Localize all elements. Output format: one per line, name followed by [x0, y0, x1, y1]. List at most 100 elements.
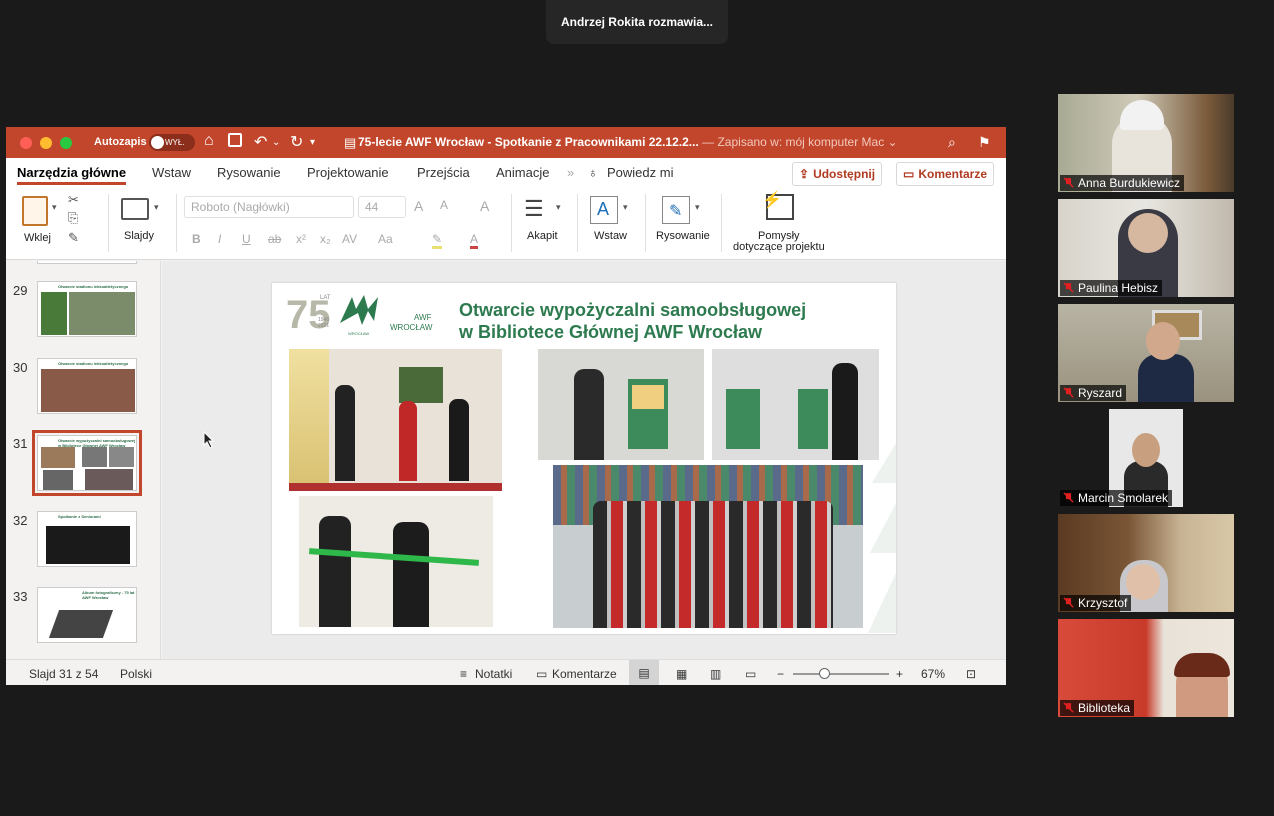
- photo-kiosk-demo-2[interactable]: [712, 349, 879, 460]
- slide-title-line1[interactable]: Otwarcie wypożyczalni samoobsługowej: [459, 300, 806, 321]
- insert-dropdown-icon[interactable]: ▾: [623, 202, 628, 213]
- language-indicator[interactable]: Polski: [120, 667, 152, 681]
- zoom-level[interactable]: 67%: [921, 667, 945, 681]
- normal-view-icon[interactable]: ▤: [629, 660, 659, 685]
- paragraph-label[interactable]: Akapit: [527, 230, 558, 242]
- tell-me-search[interactable]: Powiedz mi: [607, 165, 673, 180]
- photo-kiosk-demo-1[interactable]: [538, 349, 704, 460]
- font-size-combo[interactable]: 44: [358, 196, 406, 218]
- autosave-toggle[interactable]: WYŁ.: [149, 134, 195, 151]
- participant-tile[interactable]: Marcin Smolarek: [1058, 409, 1234, 507]
- zoom-out-button[interactable]: −: [777, 667, 784, 681]
- change-case-icon[interactable]: Aa: [378, 232, 393, 246]
- designer-icon[interactable]: ⚡: [762, 192, 794, 220]
- subscript-icon[interactable]: x₂: [320, 232, 331, 246]
- paste-dropdown-icon[interactable]: ▾: [52, 202, 57, 213]
- underline-icon[interactable]: U: [242, 232, 251, 246]
- slide-sorter-icon[interactable]: ▦: [676, 667, 687, 681]
- photo-ribbon-ceremony[interactable]: [289, 349, 502, 491]
- close-window-button[interactable]: [20, 137, 32, 149]
- muted-mic-icon: [1063, 387, 1074, 398]
- paragraph-dropdown-icon[interactable]: ▾: [556, 202, 561, 213]
- redo-icon[interactable]: ↻: [290, 132, 303, 152]
- tab-home[interactable]: Narzędzia główne: [17, 165, 127, 185]
- undo-dropdown-icon[interactable]: ⌄: [272, 137, 280, 148]
- clear-format-icon[interactable]: A: [480, 198, 489, 214]
- comments-status-button[interactable]: Komentarze: [552, 667, 617, 681]
- participant-name-tag: Biblioteka: [1060, 700, 1135, 716]
- tab-draw[interactable]: Rysowanie: [217, 165, 281, 180]
- paste-label[interactable]: Wklej: [24, 232, 51, 244]
- home-icon[interactable]: ⌂: [204, 132, 214, 150]
- paste-icon[interactable]: [22, 196, 48, 226]
- tab-animations[interactable]: Animacje: [496, 165, 549, 180]
- photo-cutting-ribbon[interactable]: [299, 496, 493, 627]
- slide-thumbnails-pane[interactable]: 29 Otwarcie stadionu lekkoatletycznego 3…: [6, 261, 161, 659]
- zoom-window-button[interactable]: [60, 137, 72, 149]
- participant-name: Marcin Smolarek: [1078, 491, 1169, 505]
- participant-tile[interactable]: Biblioteka: [1058, 619, 1234, 717]
- superscript-icon[interactable]: x²: [296, 232, 306, 246]
- strikethrough-icon[interactable]: ab: [268, 232, 281, 246]
- zoom-slider-handle[interactable]: [819, 668, 830, 679]
- participant-tile[interactable]: Ryszard: [1058, 304, 1234, 402]
- search-icon[interactable]: ⌕: [948, 134, 956, 151]
- more-tabs-icon[interactable]: »: [567, 165, 574, 180]
- photo-group-library[interactable]: [553, 465, 863, 628]
- participant-tile[interactable]: Anna Burdukiewicz: [1058, 94, 1234, 192]
- slides-label[interactable]: Slajdy: [124, 230, 154, 242]
- participant-tile[interactable]: Paulina Hebisz: [1058, 199, 1234, 297]
- drawing-icon[interactable]: ✎: [662, 196, 690, 224]
- participant-name: Ryszard: [1078, 386, 1123, 400]
- bold-icon[interactable]: B: [192, 232, 201, 246]
- font-color-icon[interactable]: A: [470, 232, 479, 249]
- highlight-icon[interactable]: ✎: [432, 232, 443, 249]
- thumbnail-slide-30[interactable]: Otwarcie stadionu lekkoatletycznego: [37, 358, 137, 414]
- drawing-dropdown-icon[interactable]: ▾: [695, 202, 700, 213]
- new-slide-icon[interactable]: [121, 198, 149, 220]
- thumbnail-slide-32[interactable]: Spotkanie z Seniorami: [37, 511, 137, 567]
- minimize-window-button[interactable]: [40, 137, 52, 149]
- paragraph-icon[interactable]: ☰: [524, 196, 544, 222]
- insert-shapes-icon[interactable]: A: [590, 196, 618, 224]
- notes-button[interactable]: Notatki: [475, 667, 512, 681]
- slide-title-line2[interactable]: w Bibliotece Głównej AWF Wrocław: [459, 322, 762, 343]
- fit-to-window-icon[interactable]: ⊡: [966, 667, 976, 681]
- thumbnail-partial[interactable]: [37, 261, 137, 264]
- tab-transitions[interactable]: Przejścia: [417, 165, 470, 180]
- customize-toolbar-icon[interactable]: ▾: [310, 137, 315, 148]
- insert-label[interactable]: Wstaw: [594, 230, 627, 242]
- notes-icon[interactable]: ≡: [460, 667, 467, 681]
- undo-icon[interactable]: ↶: [254, 132, 267, 152]
- italic-icon[interactable]: I: [218, 232, 221, 246]
- ideas-label-line2[interactable]: dotyczące projektu: [733, 241, 825, 253]
- save-icon[interactable]: [228, 133, 242, 147]
- comments-button[interactable]: ▭ Komentarze: [896, 162, 995, 186]
- slideshow-icon[interactable]: ▭: [745, 667, 756, 681]
- comments-icon[interactable]: ▭: [536, 667, 547, 681]
- tab-insert[interactable]: Wstaw: [152, 165, 191, 180]
- participant-tile[interactable]: Krzysztof: [1058, 514, 1234, 612]
- document-title[interactable]: 75-lecie AWF Wrocław - Spotkanie z Praco…: [358, 135, 898, 149]
- decrease-font-icon[interactable]: A: [440, 198, 448, 212]
- font-name-combo[interactable]: Roboto (Nagłówki): [184, 196, 354, 218]
- drawing-label[interactable]: Rysowanie: [656, 230, 710, 242]
- character-spacing-icon[interactable]: AV: [342, 232, 357, 246]
- zoom-in-button[interactable]: +: [896, 667, 903, 681]
- cut-icon[interactable]: ✂: [68, 192, 79, 208]
- share-button[interactable]: ⇪ Udostępnij: [792, 162, 883, 186]
- slide-editor-canvas[interactable]: 75 LAT 1946 2021 WROCŁAW AWF WROCŁAW Otw…: [162, 261, 1006, 659]
- current-slide[interactable]: 75 LAT 1946 2021 WROCŁAW AWF WROCŁAW Otw…: [272, 283, 896, 634]
- copy-icon[interactable]: ⎘: [68, 210, 78, 226]
- share-profile-icon[interactable]: ⚑: [978, 134, 991, 151]
- slide-position: Slajd 31 z 54: [29, 667, 99, 681]
- layout-dropdown-icon[interactable]: ▾: [154, 202, 159, 213]
- thumbnail-slide-29[interactable]: Otwarcie stadionu lekkoatletycznego: [37, 281, 137, 337]
- increase-font-icon[interactable]: A: [414, 198, 423, 214]
- reading-view-icon[interactable]: ▥: [710, 667, 721, 681]
- tab-design[interactable]: Projektowanie: [307, 165, 389, 180]
- format-painter-icon[interactable]: ✎: [68, 230, 79, 246]
- thumbnail-slide-33[interactable]: Album fotograficzny - 75 lat AWF Wrocław: [37, 587, 137, 643]
- thumbnail-slide-31[interactable]: Otwarcie wypożyczalni samoobsługowej w B…: [32, 430, 142, 496]
- zoom-slider[interactable]: [793, 668, 889, 679]
